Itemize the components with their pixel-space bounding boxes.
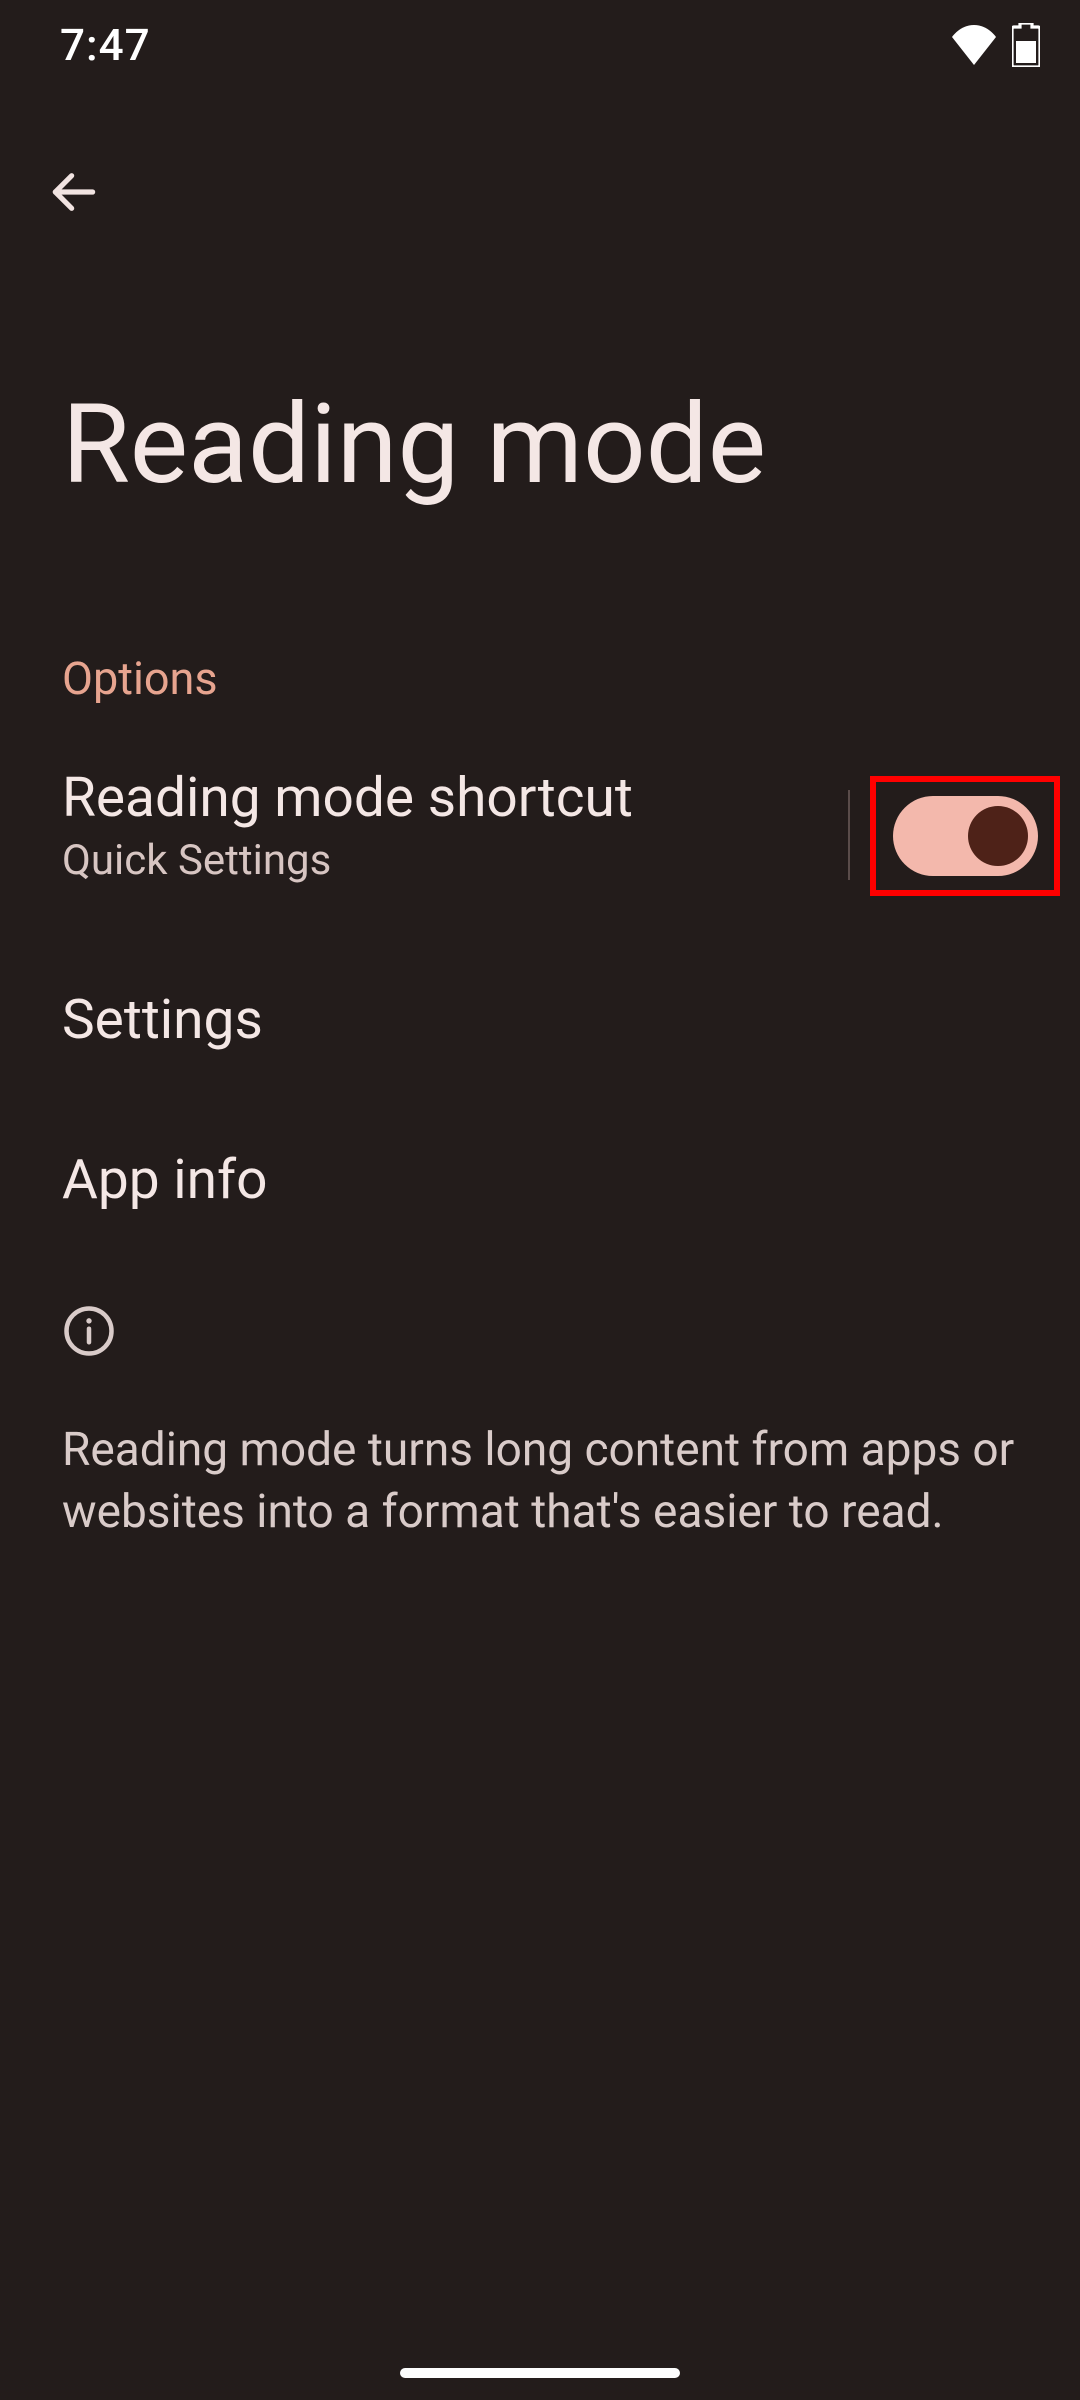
arrow-left-icon bbox=[46, 164, 102, 224]
settings-row[interactable]: Settings bbox=[62, 988, 1040, 1052]
switch-track bbox=[893, 796, 1038, 876]
app-info-row[interactable]: App info bbox=[62, 1148, 1040, 1212]
row-text: Reading mode shortcut Quick Settings bbox=[62, 766, 633, 885]
row-divider bbox=[848, 790, 850, 880]
description-text: Reading mode turns long content from app… bbox=[62, 1420, 1020, 1543]
row-title: Settings bbox=[62, 988, 263, 1052]
navigation-bar-pill[interactable] bbox=[400, 2368, 680, 2378]
page-title: Reading mode bbox=[62, 380, 766, 509]
info-icon bbox=[62, 1304, 116, 1362]
wifi-icon bbox=[950, 25, 998, 65]
back-button[interactable] bbox=[34, 154, 114, 234]
status-bar: 7:47 bbox=[0, 0, 1080, 90]
row-title: Reading mode shortcut bbox=[62, 766, 633, 830]
switch-thumb bbox=[968, 806, 1028, 866]
status-time: 7:47 bbox=[60, 19, 151, 71]
battery-icon bbox=[1012, 23, 1040, 67]
row-title: App info bbox=[62, 1148, 268, 1212]
section-header-options: Options bbox=[62, 652, 218, 705]
status-icons bbox=[950, 23, 1040, 67]
reading-mode-shortcut-switch[interactable] bbox=[870, 776, 1060, 896]
row-subtitle: Quick Settings bbox=[62, 836, 633, 885]
